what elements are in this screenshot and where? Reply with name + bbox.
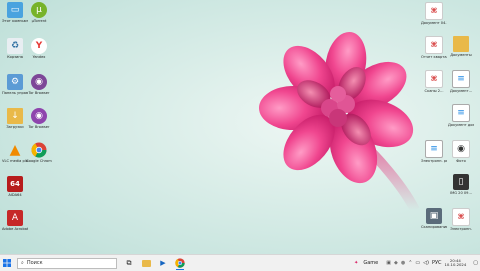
documents-folder[interactable]: Документы — [448, 36, 474, 66]
clock-date: 10.10.2024 — [444, 262, 467, 267]
photos-folder[interactable]: ◉ Фото — [448, 140, 474, 170]
aida64-icon: 64 — [7, 176, 23, 192]
windows-logo-icon — [3, 259, 11, 267]
tray-app-icon[interactable]: ● — [401, 260, 405, 266]
utorrent-shortcut[interactable]: µ µTorrent — [26, 2, 52, 32]
pdf-icon: ⌘ — [425, 2, 443, 20]
language-indicator[interactable]: РУС — [432, 260, 442, 266]
yandex-icon: Y — [31, 38, 47, 54]
clock[interactable]: 20:44 10.10.2024 — [444, 258, 467, 268]
speaker-icon[interactable]: ◁) — [423, 260, 429, 266]
search-icon: ⌕ — [21, 260, 24, 266]
downloads-shortcut[interactable]: ↓ Загрузки — [2, 108, 28, 138]
chrome-shortcut[interactable]: Google Chrome — [26, 142, 52, 172]
document-file-electronic[interactable]: ≡ Электронн. ресурсы... — [421, 140, 447, 170]
control-panel-icon: ⚙ — [7, 74, 23, 90]
wallpaper-flower — [259, 31, 420, 210]
display-icon[interactable]: ▭ — [415, 260, 420, 266]
document-icon: ≡ — [425, 140, 443, 158]
taskbar: ⌕ Поиск ⧉ ▶ ✦ Game ▣ ◆ ● ⌃ ▭ ◁) РУС 20:4… — [0, 254, 480, 271]
start-button[interactable] — [0, 255, 14, 271]
task-view-button[interactable]: ⧉ — [122, 256, 136, 270]
chrome-icon — [175, 258, 185, 268]
task-view-icon: ⧉ — [126, 258, 132, 267]
pdf-icon: ⌘ — [425, 70, 443, 88]
image-thumbnail-icon: ▯ — [453, 174, 469, 190]
image-thumbnail-icon: ▣ — [426, 208, 442, 224]
image-file[interactable]: ▯ IMG 20 09... — [448, 174, 474, 204]
pdf-file-1[interactable]: ⌘ Документ 04.10.2024 — [421, 2, 447, 32]
document-icon: ≡ — [452, 104, 470, 122]
recycle-bin-shortcut[interactable]: ♻ Корзина — [2, 38, 28, 68]
document-file-2[interactable]: ≡ Документ доклад... — [448, 104, 474, 134]
this-pc-shortcut[interactable]: ▭ Этот компьютер — [2, 2, 28, 32]
movies-app-button[interactable]: ▶ — [156, 256, 170, 270]
acrobat-shortcut[interactable]: A Adobe Acrobat — [2, 210, 28, 240]
yandex-shortcut[interactable]: Y Yandex — [26, 38, 52, 68]
aida64-shortcut[interactable]: 64 AIDA64 — [2, 176, 28, 206]
tray-app-icon[interactable]: ◆ — [394, 260, 398, 266]
taskbar-search-box[interactable]: ⌕ Поиск — [17, 257, 117, 269]
tor-onion-icon: ◉ — [31, 108, 47, 124]
document-file-1[interactable]: ≡ Документ... — [448, 70, 474, 100]
file-explorer-button[interactable] — [139, 256, 153, 270]
pdf-file-3[interactable]: ⌘ Сканы 2... — [421, 70, 447, 100]
pdf-icon: ⌘ — [425, 36, 443, 54]
pdf-file-2[interactable]: ⌘ Отчет квартал — [421, 36, 447, 66]
acrobat-icon: A — [7, 210, 23, 226]
vlc-cone-icon: ▲ — [9, 142, 21, 158]
recycle-bin-icon: ♻ — [7, 38, 23, 54]
chrome-icon — [31, 142, 47, 158]
game-icon: ✦ — [354, 260, 359, 266]
control-panel-shortcut[interactable]: ⚙ Панель управления — [2, 74, 28, 104]
computer-icon: ▭ — [7, 2, 23, 18]
utorrent-icon: µ — [31, 2, 47, 18]
film-icon: ▶ — [160, 259, 166, 267]
notifications-icon[interactable]: ▢ — [473, 260, 478, 266]
vlc-shortcut[interactable]: ▲ VLC media player — [2, 142, 28, 172]
tor-browser-shortcut-1[interactable]: ◉ Tor Browser — [26, 74, 52, 104]
search-placeholder: Поиск — [26, 260, 43, 266]
tray-app-icon[interactable]: ▣ — [386, 260, 391, 266]
pdf-file-4[interactable]: ⌘ Электронн. — [448, 208, 474, 238]
game-widget[interactable]: ✦ Game — [351, 260, 378, 266]
folder-icon — [141, 259, 151, 267]
tor-browser-shortcut-2[interactable]: ◉ Tor Browser — [26, 108, 52, 138]
show-hidden-icons-chevron-icon[interactable]: ⌃ — [408, 260, 412, 266]
scan-file[interactable]: ▣ Сканирование Паспорт... — [421, 208, 447, 238]
pdf-icon: ⌘ — [452, 208, 470, 226]
camera-icon: ◉ — [452, 140, 470, 158]
tor-onion-icon: ◉ — [31, 74, 47, 90]
downloads-folder-icon: ↓ — [7, 108, 23, 124]
document-icon: ≡ — [452, 70, 470, 88]
chrome-taskbar-button[interactable] — [173, 256, 187, 270]
system-tray: ✦ Game ▣ ◆ ● ⌃ ▭ ◁) РУС 20:44 10.10.2024… — [348, 255, 480, 271]
desktop: ▭ Этот компьютер ♻ Корзина ⚙ Панель упра… — [0, 0, 480, 254]
folder-icon — [453, 36, 469, 52]
